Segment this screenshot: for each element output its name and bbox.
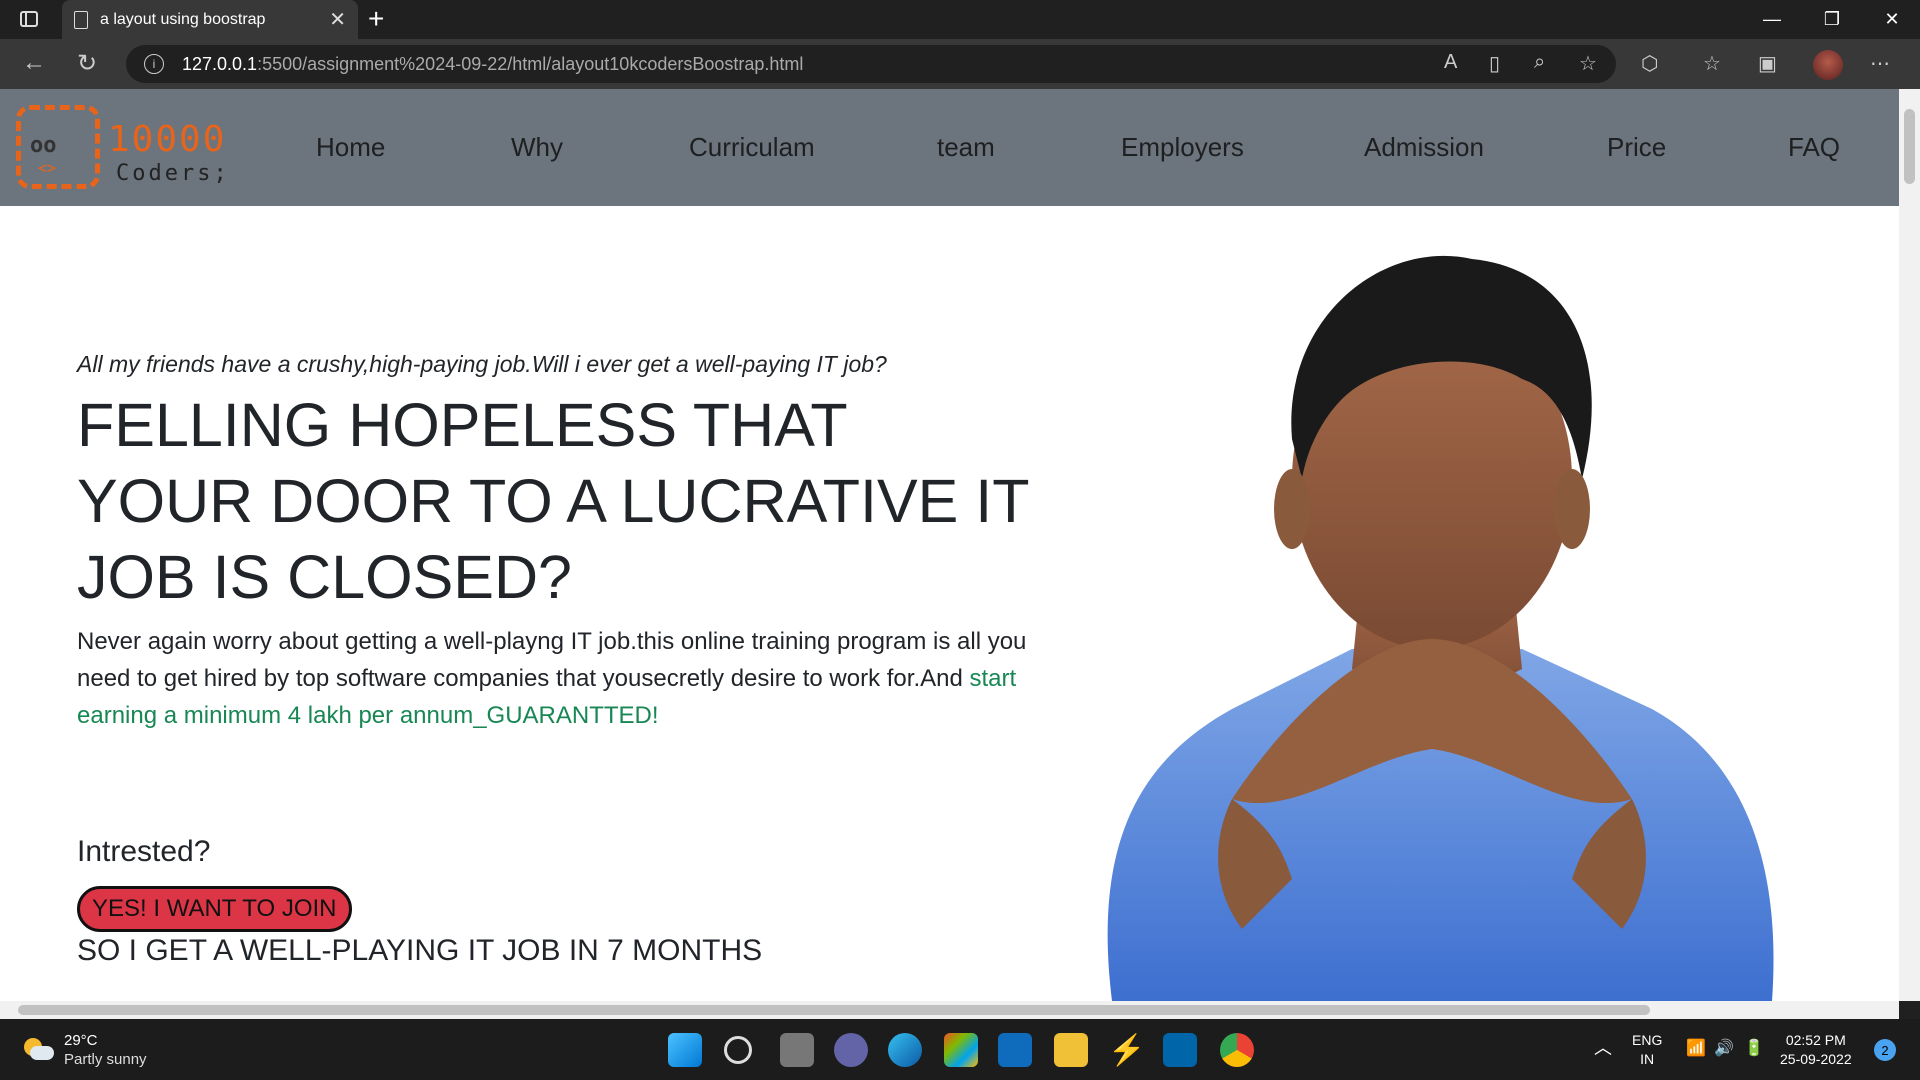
site-navbar: oo <> 10000 Coders; Home Why Curriculam … [0,89,1899,206]
close-tab-icon[interactable]: ✕ [329,7,346,32]
refresh-icon[interactable]: ↻ [77,49,97,78]
back-icon[interactable]: ← [22,49,46,77]
battery-icon[interactable]: 🔋 [1744,1039,1764,1058]
profile-avatar[interactable] [1813,50,1843,80]
read-aloud-icon[interactable]: A [1444,51,1457,74]
immersive-reader-icon[interactable]: ▯ [1489,51,1500,76]
join-button[interactable]: YES! I WANT TO JOIN [77,886,352,932]
weather-temp: 29°C [64,1032,98,1049]
minimize-button[interactable]: — [1742,0,1802,39]
weather-condition: Partly sunny [64,1051,147,1068]
vertical-scroll-thumb[interactable] [1904,109,1915,184]
logo-eyes: oo [30,133,57,158]
nav-home[interactable]: Home [316,132,385,163]
clock[interactable]: 02:52 PM 25-09-2022 [1780,1031,1852,1069]
horizontal-scroll-thumb[interactable] [18,1005,1650,1015]
chat-icon[interactable] [834,1033,868,1067]
hero-person-image [1107,255,1774,1001]
site-info-icon[interactable]: i [144,54,164,74]
browser-tab[interactable]: a layout using boostrap ✕ [62,0,358,39]
nav-employers[interactable]: Employers [1121,132,1244,163]
nav-price[interactable]: Price [1607,132,1666,163]
interested-label: Intrested? [77,835,211,868]
tab-actions-icon[interactable] [20,11,38,27]
browser-titlebar: a layout using boostrap ✕ + — ❐ ✕ [0,0,1920,39]
collections-icon[interactable]: ▣ [1758,51,1777,76]
add-favorite-icon[interactable]: ☆ [1579,51,1597,76]
hero-tagline: All my friends have a crushy,high-paying… [77,351,887,377]
weather-widget[interactable]: 29°C Partly sunny [24,1031,147,1069]
address-bar[interactable]: i 127.0.0.1:5500/assignment%2024-09-22/h… [126,45,1616,83]
hero-description: Never again worry about getting a well-p… [77,623,1047,734]
page-viewport: oo <> 10000 Coders; Home Why Curriculam … [0,89,1899,1001]
zoom-icon[interactable]: ⌕ [1534,51,1545,74]
windows-taskbar: 29°C Partly sunny ⚡ ︿ ENG IN 📶 🔊 🔋 02:52… [0,1019,1920,1080]
notification-badge[interactable]: 2 [1874,1039,1896,1061]
nav-admission[interactable]: Admission [1364,132,1484,163]
clock-time: 02:52 PM [1785,1032,1846,1048]
extensions-icon[interactable]: ⬡ [1641,51,1658,76]
vertical-scrollbar[interactable] [1899,89,1920,1001]
address-toolbar: ← ↻ i 127.0.0.1:5500/assignment%2024-09-… [0,39,1920,89]
tab-title: a layout using boostrap [100,10,266,28]
start-icon[interactable] [668,1033,702,1067]
logo-brand-line1: 10000 [108,119,227,160]
site-logo[interactable]: oo <> 10000 Coders; [16,101,236,196]
page-icon [74,10,88,29]
lang-line1: ENG [1632,1032,1663,1048]
azure-data-studio-icon[interactable]: ⚡ [1108,1033,1145,1067]
vscode-icon[interactable] [1163,1033,1197,1067]
lang-line2: IN [1640,1051,1655,1067]
mail-icon[interactable] [998,1033,1032,1067]
nav-curriculam[interactable]: Curriculam [689,132,815,163]
favorites-icon[interactable]: ☆ [1703,51,1721,76]
horizontal-scrollbar[interactable] [0,1001,1899,1019]
file-explorer-icon[interactable] [1054,1033,1088,1067]
hero-headline: FELLING HOPELESS THAT YOUR DOOR TO A LUC… [77,391,1029,611]
url-host: 127.0.0.1 [182,53,258,74]
hero-subheading: SO I GET A WELL-PLAYING IT JOB IN 7 MONT… [77,934,763,967]
logo-brand-line2: Coders; [116,161,230,186]
task-view-icon[interactable] [780,1033,814,1067]
language-indicator[interactable]: ENG IN [1632,1031,1662,1069]
store-icon[interactable] [944,1033,978,1067]
description-text: Never again worry about getting a well-p… [77,628,1027,692]
clock-date: 25-09-2022 [1780,1051,1852,1067]
close-window-button[interactable]: ✕ [1862,0,1920,39]
search-icon[interactable] [724,1036,752,1064]
show-hidden-icons[interactable]: ︿ [1594,1039,1612,1058]
robot-mascot-icon [16,105,100,189]
new-tab-button[interactable]: + [368,3,384,35]
restore-button[interactable]: ❐ [1802,0,1862,39]
chrome-icon[interactable] [1220,1033,1254,1067]
nav-why[interactable]: Why [511,132,563,163]
nav-faq[interactable]: FAQ [1788,132,1840,163]
more-icon[interactable]: ⋯ [1870,51,1890,76]
volume-icon[interactable]: 🔊 [1714,1039,1734,1058]
partly-sunny-icon [24,1038,54,1062]
nav-team[interactable]: team [937,132,995,163]
url-path: :5500/assignment%2024-09-22/html/alayout… [257,53,804,74]
logo-tag: <> [38,159,57,177]
wifi-icon[interactable]: 📶 [1686,1039,1706,1058]
edge-icon[interactable] [888,1033,922,1067]
